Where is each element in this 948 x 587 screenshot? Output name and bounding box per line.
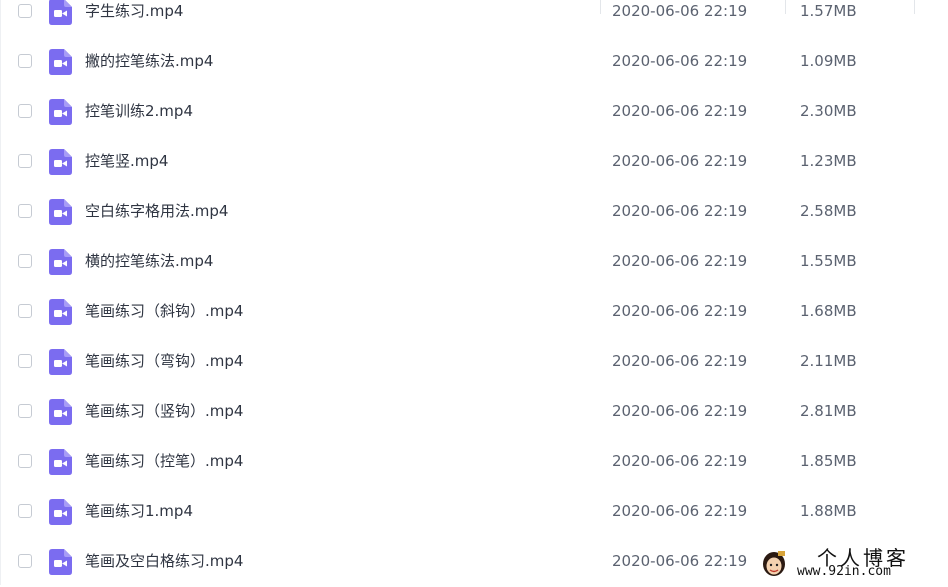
row-checkbox[interactable]	[18, 104, 32, 118]
watermark: 个人博客 www.92in.com	[755, 541, 945, 585]
file-modified-date: 2020-06-06 22:19	[612, 2, 748, 20]
file-name[interactable]: 字生练习.mp4	[85, 1, 183, 21]
file-name[interactable]: 笔画练习（控笔）.mp4	[85, 451, 243, 471]
table-row[interactable]: 笔画练习1.mp4 2020-06-06 22:19 1.88MB	[1, 487, 948, 537]
file-modified-date: 2020-06-06 22:19	[612, 252, 748, 270]
table-row[interactable]: 笔画练习（弯钩）.mp4 2020-06-06 22:19 2.11MB	[1, 337, 948, 387]
row-checkbox[interactable]	[18, 304, 32, 318]
table-row[interactable]: 空白练字格用法.mp4 2020-06-06 22:19 2.58MB	[1, 187, 948, 237]
video-file-icon	[49, 149, 72, 175]
row-checkbox[interactable]	[18, 354, 32, 368]
file-name[interactable]: 笔画及空白格练习.mp4	[85, 551, 243, 571]
file-modified-date: 2020-06-06 22:19	[612, 102, 748, 120]
table-row[interactable]: 控笔训练2.mp4 2020-06-06 22:19 2.30MB	[1, 87, 948, 137]
table-row[interactable]: 横的控笔练法.mp4 2020-06-06 22:19 1.55MB	[1, 237, 948, 287]
file-modified-date: 2020-06-06 22:19	[612, 502, 748, 520]
table-row[interactable]: 字生练习.mp4 2020-06-06 22:19 1.57MB	[1, 0, 948, 37]
file-name[interactable]: 笔画练习1.mp4	[85, 501, 193, 521]
file-name[interactable]: 笔画练习（弯钩）.mp4	[85, 351, 243, 371]
row-checkbox[interactable]	[18, 404, 32, 418]
file-name[interactable]: 撇的控笔练法.mp4	[85, 51, 213, 71]
video-file-icon	[49, 549, 72, 575]
row-checkbox[interactable]	[18, 204, 32, 218]
file-size: 1.09MB	[800, 52, 857, 70]
file-size: 2.30MB	[800, 102, 857, 120]
file-size: 2.11MB	[800, 352, 857, 370]
row-checkbox[interactable]	[18, 504, 32, 518]
table-row[interactable]: 撇的控笔练法.mp4 2020-06-06 22:19 1.09MB	[1, 37, 948, 87]
file-modified-date: 2020-06-06 22:19	[612, 552, 748, 570]
row-checkbox[interactable]	[18, 154, 32, 168]
row-checkbox[interactable]	[18, 454, 32, 468]
file-size: 2.81MB	[800, 402, 857, 420]
file-modified-date: 2020-06-06 22:19	[612, 302, 748, 320]
file-modified-date: 2020-06-06 22:19	[612, 52, 748, 70]
video-file-icon	[49, 49, 72, 75]
row-checkbox[interactable]	[18, 254, 32, 268]
video-file-icon	[49, 499, 72, 525]
row-checkbox[interactable]	[18, 54, 32, 68]
file-name[interactable]: 笔画练习（竖钩）.mp4	[85, 401, 243, 421]
file-name[interactable]: 笔画练习（斜钩）.mp4	[85, 301, 243, 321]
video-file-icon	[49, 299, 72, 325]
table-row[interactable]: 控笔竖.mp4 2020-06-06 22:19 1.23MB	[1, 137, 948, 187]
file-size: 1.55MB	[800, 252, 857, 270]
file-modified-date: 2020-06-06 22:19	[612, 352, 748, 370]
table-row[interactable]: 笔画练习（竖钩）.mp4 2020-06-06 22:19 2.81MB	[1, 387, 948, 437]
file-modified-date: 2020-06-06 22:19	[612, 402, 748, 420]
file-name[interactable]: 控笔训练2.mp4	[85, 101, 193, 121]
file-name[interactable]: 横的控笔练法.mp4	[85, 251, 213, 271]
row-checkbox[interactable]	[18, 4, 32, 18]
file-size: 1.57MB	[800, 2, 857, 20]
video-file-icon	[49, 249, 72, 275]
file-size: 1.23MB	[800, 152, 857, 170]
file-name[interactable]: 空白练字格用法.mp4	[85, 201, 228, 221]
watermark-url: www.92in.com	[797, 564, 891, 579]
file-size: 1.68MB	[800, 302, 857, 320]
file-modified-date: 2020-06-06 22:19	[612, 452, 748, 470]
row-checkbox[interactable]	[18, 554, 32, 568]
file-size: 2.58MB	[800, 202, 857, 220]
video-file-icon	[49, 349, 72, 375]
video-file-icon	[49, 99, 72, 125]
file-modified-date: 2020-06-06 22:19	[612, 152, 748, 170]
video-file-icon	[49, 399, 72, 425]
file-list: 字生练习.mp4 2020-06-06 22:19 1.57MB 撇的控笔练法.mp4…	[0, 0, 948, 585]
file-size: 1.88MB	[800, 502, 857, 520]
file-modified-date: 2020-06-06 22:19	[612, 202, 748, 220]
table-row[interactable]: 笔画练习（控笔）.mp4 2020-06-06 22:19 1.85MB	[1, 437, 948, 487]
video-file-icon	[49, 199, 72, 225]
video-file-icon	[49, 0, 72, 25]
avatar-face-icon	[763, 551, 785, 576]
file-size: 1.85MB	[800, 452, 857, 470]
file-name[interactable]: 控笔竖.mp4	[85, 151, 168, 171]
video-file-icon	[49, 449, 72, 475]
table-row[interactable]: 笔画练习（斜钩）.mp4 2020-06-06 22:19 1.68MB	[1, 287, 948, 337]
